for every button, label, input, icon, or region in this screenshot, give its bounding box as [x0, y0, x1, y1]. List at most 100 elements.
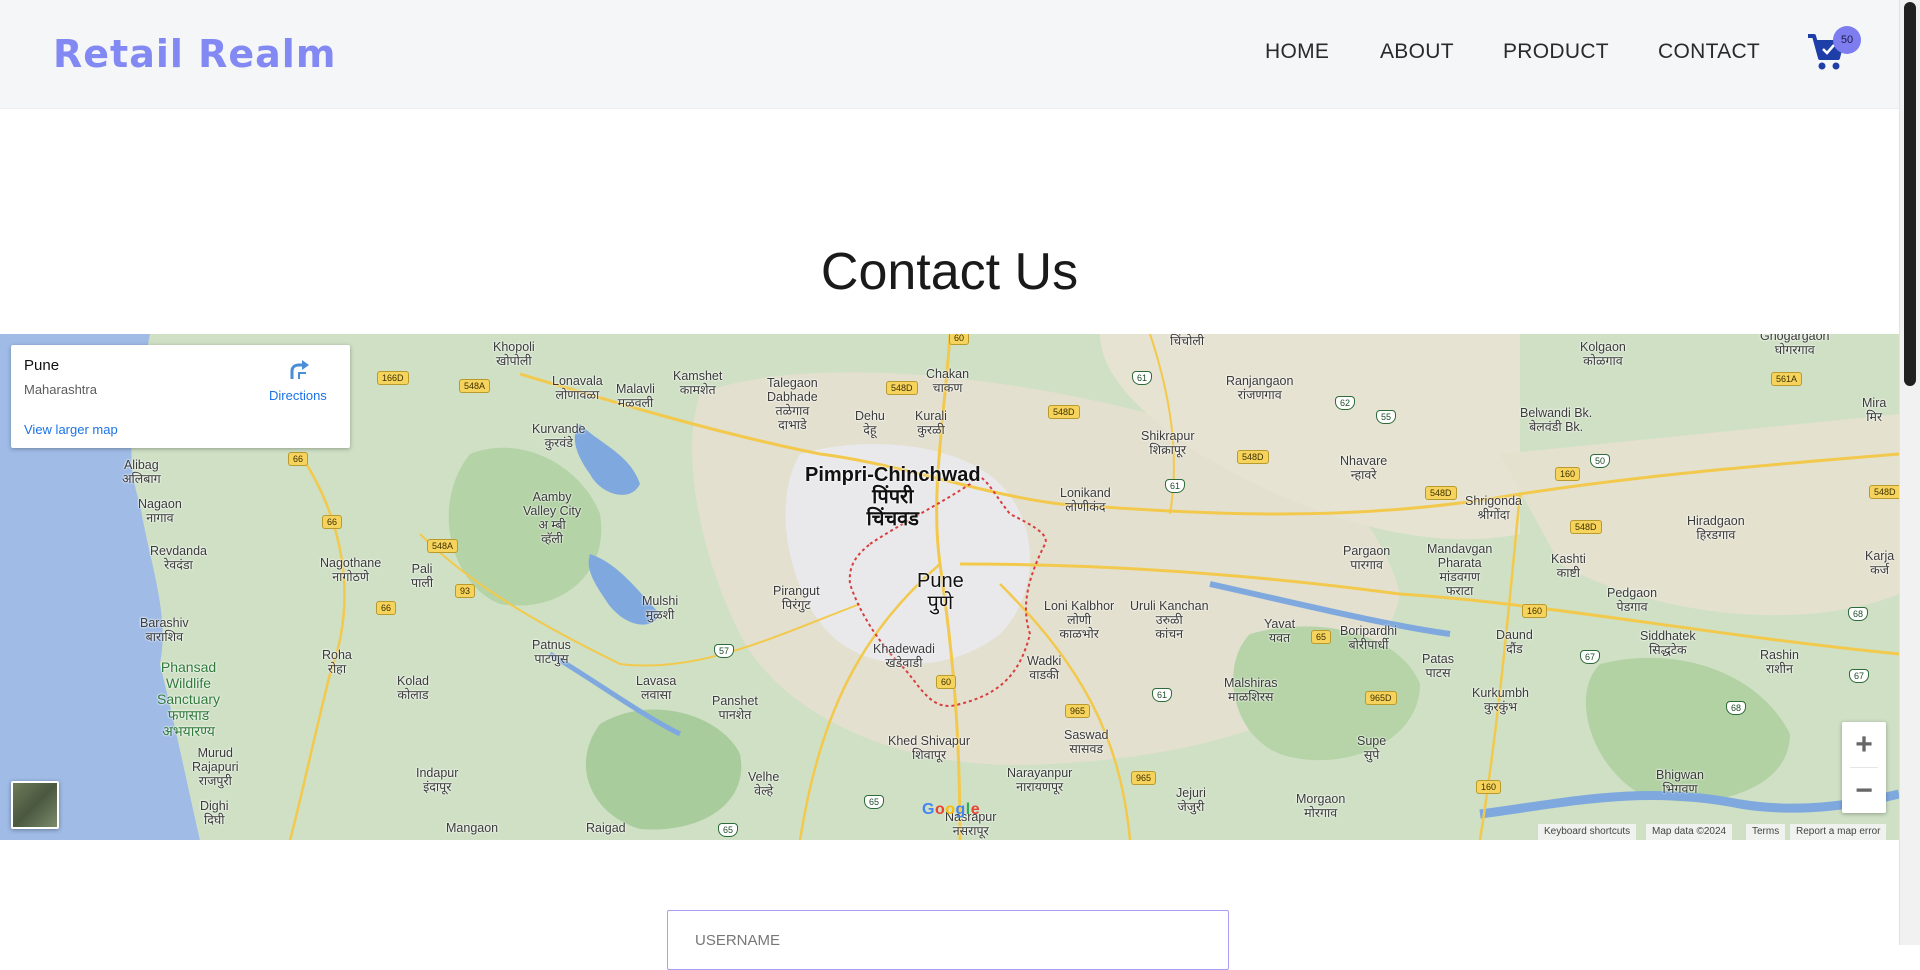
map-label-rashin: Rashin राशीन — [1760, 648, 1799, 676]
map-label-kurali: Kurali कुरळी — [915, 409, 947, 437]
map-label-malshiras: Malshiras माळशिरस — [1224, 676, 1278, 704]
highway-shield: 965 — [1131, 771, 1157, 785]
highway-shield: 160 — [1522, 604, 1548, 618]
map-label-pali: Pali पाली — [411, 562, 434, 590]
map-label-dehu: Dehu देहू — [855, 409, 885, 437]
scrollbar-thumb[interactable] — [1904, 2, 1916, 386]
zoom-in-button[interactable]: + — [1842, 722, 1886, 767]
map-label-nagaon: Nagaon नागाव — [138, 497, 182, 525]
zoom-controls: + − — [1842, 722, 1886, 813]
route-shield: 57 — [714, 644, 735, 658]
highway-shield: 66 — [288, 452, 309, 466]
map-label-nagothane: Nagothane नागोठणे — [320, 556, 382, 584]
google-logo: Google — [922, 801, 981, 818]
highway-shield: 548D — [1570, 520, 1602, 534]
highway-shield: 93 — [455, 584, 476, 598]
nav-home[interactable]: HOME — [1265, 40, 1329, 64]
map-label-shikrapur: Shikrapur शिक्रापूर — [1141, 429, 1195, 457]
highway-shield: 60 — [936, 675, 957, 689]
place-name: Pune — [24, 357, 60, 374]
directions-link[interactable]: Directions — [269, 388, 327, 403]
map-label-ghogargaon: Ghogargaon घोगरगाव — [1760, 334, 1830, 357]
keyboard-shortcuts-link[interactable]: Keyboard shortcuts — [1538, 824, 1637, 840]
map-label-mulshi: Mulshi मुळशी — [642, 594, 679, 622]
map-label-barashiv: Barashiv बाराशिव — [140, 616, 189, 644]
map-label-patas: Patas पाटस — [1422, 652, 1454, 680]
map-label-ranjangaon: Ranjangaon रांजणगाव — [1226, 374, 1294, 402]
map-label-khed-shivapur: Khed Shivapur शिवापूर — [888, 734, 971, 762]
map-label-chincholi: चिंचोली — [1170, 334, 1205, 348]
map-label-uruli: Uruli Kanchan उरुळी कांचन — [1130, 599, 1209, 641]
map-label-lonikand: Lonikand लोणीकंद — [1060, 486, 1111, 514]
terms-link[interactable]: Terms — [1746, 824, 1786, 840]
map-label-talegaon: Talegaon Dabhade तळेगाव दाभाडे — [767, 376, 818, 432]
google-map[interactable]: Pimpri-Chinchwad पिंपरी चिंचवड Pune पुणे… — [0, 334, 1899, 840]
brand-logo[interactable]: Retail Realm — [53, 32, 336, 76]
map-data-attribution: Map data ©2024 — [1646, 824, 1733, 840]
map-label-revdanda: Revdanda रेवदंडा — [150, 544, 207, 572]
nav-contact[interactable]: CONTACT — [1658, 40, 1760, 64]
route-shield: 67 — [1849, 669, 1870, 683]
nav-about[interactable]: ABOUT — [1380, 40, 1454, 64]
route-shield: 50 — [1590, 454, 1611, 468]
route-shield: 55 — [1376, 410, 1397, 424]
map-label-lonavala: Lonavala लोणावळा — [552, 374, 603, 402]
map-label-pirangut: Pirangut पिरंगुट — [773, 584, 820, 612]
map-label-panshet: Panshet पानशेत — [712, 694, 758, 722]
map-label-nhavare: Nhavare न्हावरे — [1340, 454, 1388, 482]
username-input[interactable] — [667, 910, 1229, 970]
route-shield: 68 — [1726, 701, 1747, 715]
nav-product[interactable]: PRODUCT — [1503, 40, 1609, 64]
map-label-aamby: Aamby Valley City अ म्बी व्हॅली — [523, 490, 582, 546]
highway-shield: 548A — [459, 379, 491, 393]
view-larger-map-link[interactable]: View larger map — [24, 422, 118, 437]
report-map-error-link[interactable]: Report a map error — [1790, 824, 1887, 840]
map-label-kamshet: Kamshet कामशेत — [673, 369, 723, 397]
map-label-narayanpur: Narayanpur नारायणपूर — [1007, 766, 1073, 794]
map-label-wadki: Wadki वाडकी — [1027, 654, 1062, 682]
map-label-boripardhi: Boripardhi बोरीपार्धी — [1340, 624, 1397, 652]
map-label-saswad: Saswad सासवड — [1064, 728, 1109, 756]
map-label-murud: Murud Rajapuri राजपुरी — [192, 746, 239, 788]
map-label-pargaon: Pargaon पारगाव — [1343, 544, 1391, 572]
zoom-out-button[interactable]: − — [1842, 768, 1886, 813]
highway-shield: 160 — [1555, 467, 1581, 481]
map-label-shrigonda: Shrigonda श्रीगोंदा — [1465, 494, 1522, 522]
route-shield: 62 — [1335, 396, 1356, 410]
map-label-morgaon: Morgaon मोरगाव — [1296, 792, 1346, 820]
map-label-raigad: Raigad — [586, 821, 626, 835]
highway-shield: 548A — [427, 539, 459, 553]
map-label-patnus: Patnus पाटणुस — [532, 638, 571, 666]
map-label-yavat: Yavat यवत — [1264, 617, 1296, 645]
route-shield: 65 — [718, 823, 739, 837]
place-region: Maharashtra — [24, 382, 97, 397]
map-label-pimpri: Pimpri-Chinchwad पिंपरी चिंचवड — [805, 464, 981, 530]
map-label-roha: Roha रोहा — [322, 648, 352, 676]
page-title: Contact Us — [820, 243, 1079, 301]
navbar: Retail Realm HOME ABOUT PRODUCT CONTACT … — [0, 0, 1899, 109]
map-label-mira: Mira मिर — [1862, 396, 1887, 424]
map-label-kurvande: Kurvande कुरवंडे — [532, 422, 586, 450]
map-label-belwandi: Belwandi Bk. बेलवंडी Bk. — [1520, 406, 1593, 434]
page-scrollbar[interactable] — [1899, 0, 1920, 945]
highway-shield: 160 — [1476, 780, 1502, 794]
highway-shield: 60 — [949, 334, 970, 345]
map-label-chakan: Chakan चाकण — [926, 367, 970, 395]
route-shield: 61 — [1152, 688, 1173, 702]
highway-shield: 965 — [1065, 704, 1091, 718]
map-label-daund: Daund दौंड — [1496, 628, 1533, 656]
map-label-loni-kalbhor: Loni Kalbhor लोणी काळभोर — [1044, 599, 1115, 641]
directions-icon[interactable] — [286, 357, 312, 383]
route-shield: 61 — [1132, 371, 1153, 385]
map-label-kolgaon: Kolgaon कोळगाव — [1580, 340, 1626, 368]
map-label-khopoli: Khopoli खोपोली — [493, 340, 535, 368]
map-label-bhigwan: Bhigwan भिगवण — [1656, 768, 1704, 796]
map-label-karjat: Karja कर्ज — [1865, 549, 1895, 577]
satellite-view-toggle[interactable] — [11, 781, 59, 829]
map-label-mandavgan: Mandavgan Pharata मांडवगण फराटा — [1427, 542, 1493, 598]
highway-shield: 965D — [1365, 691, 1397, 705]
highway-shield: 548D — [1869, 485, 1899, 499]
highway-shield: 166D — [377, 371, 409, 385]
route-shield: 61 — [1165, 479, 1186, 493]
map-label-pune: Pune पुणे — [917, 570, 964, 614]
